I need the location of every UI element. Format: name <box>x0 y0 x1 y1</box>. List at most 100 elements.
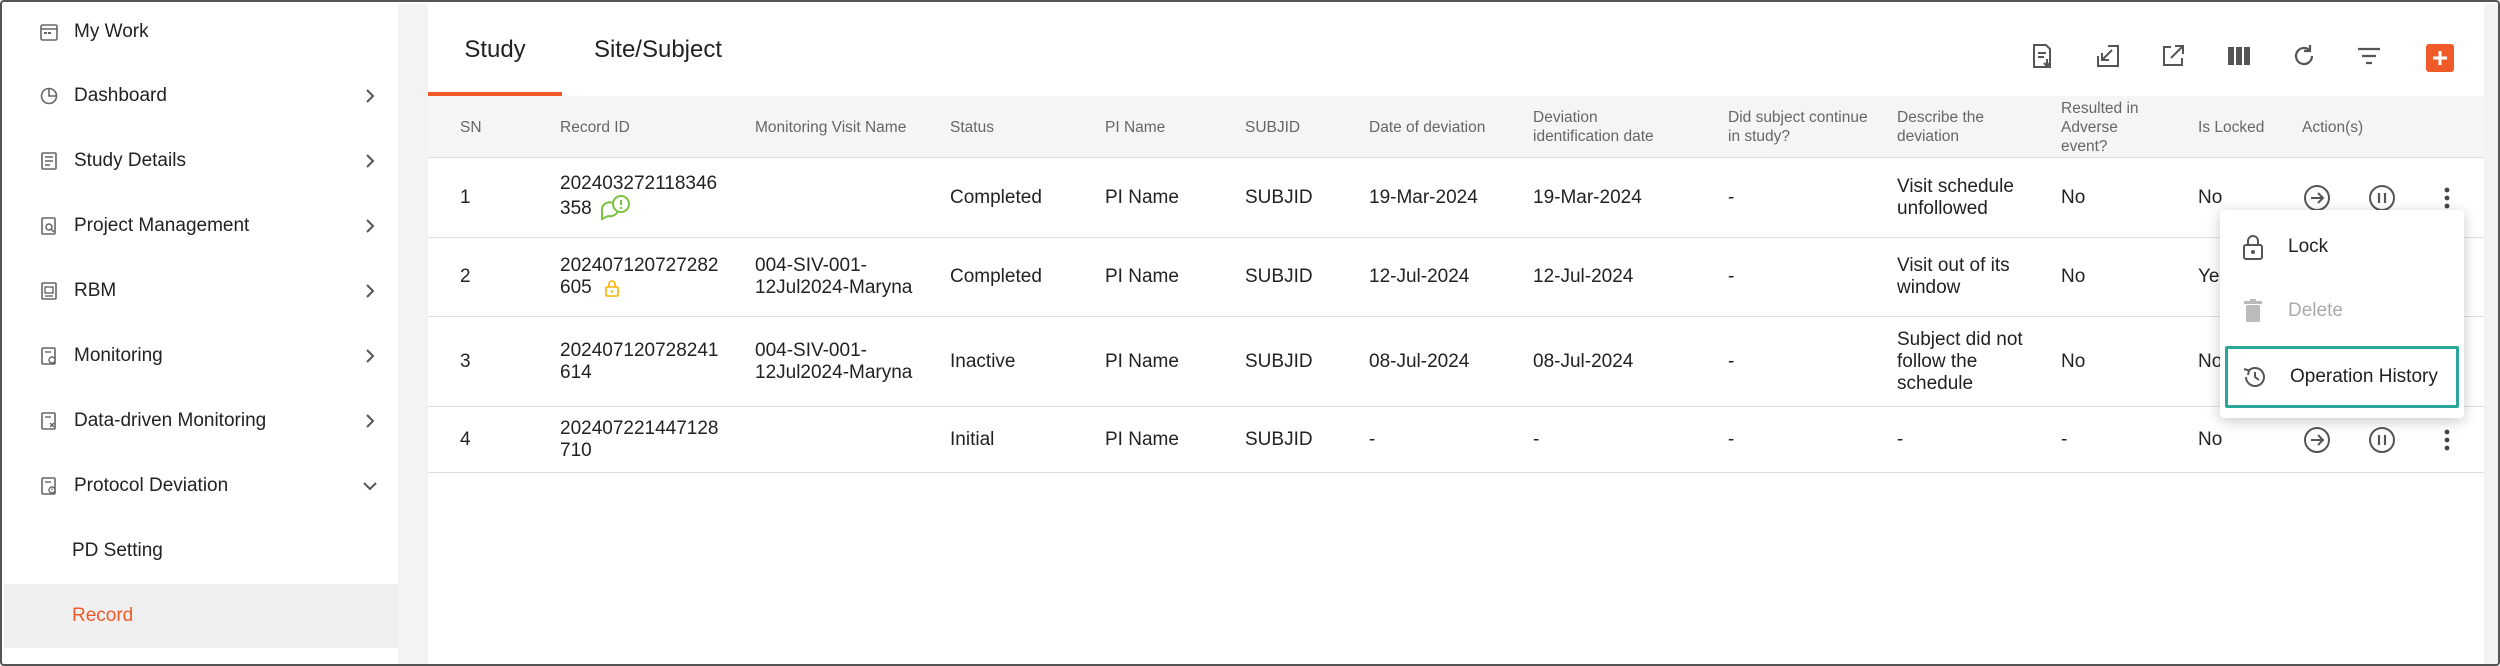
cell-record-id[interactable]: 202403272118346 358 <box>560 158 717 237</box>
row-actions-menu: Lock Delete Operation History <box>2220 210 2464 418</box>
refresh-icon[interactable] <box>2288 40 2320 72</box>
cell-sn: 2 <box>460 266 471 287</box>
sidebar-item-label: Study Details <box>74 150 186 171</box>
cell-pi-name: PI Name <box>1105 428 1179 450</box>
sidebar-item-my-work[interactable]: My Work <box>4 2 398 64</box>
record-id-line2: 358 <box>560 197 592 219</box>
header-continue[interactable]: Did subject continue in study? <box>1728 96 1878 158</box>
cell-status: Completed <box>950 186 1042 208</box>
cell-subjid: SUBJID <box>1245 186 1313 208</box>
cell-is-locked: Ye <box>2198 266 2220 287</box>
cell-adverse: No <box>2061 266 2086 287</box>
arrow-right-circle-icon[interactable] <box>2302 183 2332 213</box>
cell-pi-name: PI Name <box>1105 266 1179 287</box>
cell-continue: - <box>1728 266 1735 287</box>
cell-deviation-id-date: 12-Jul-2024 <box>1533 266 1634 287</box>
header-visit[interactable]: Monitoring Visit Name <box>755 96 906 158</box>
comment-alert-icon[interactable] <box>598 194 632 223</box>
chevron-down-icon <box>363 482 377 491</box>
sidebar-item-protocol-deviation[interactable]: Protocol Deviation <box>4 454 398 518</box>
open-external-icon[interactable] <box>2157 40 2189 72</box>
document-search-icon <box>38 215 60 237</box>
filter-icon[interactable] <box>2353 40 2385 72</box>
sidebar-item-pd-setting[interactable]: PD Setting <box>4 519 398 583</box>
cell-date-deviation: 19-Mar-2024 <box>1369 186 1478 208</box>
cell-status: Initial <box>950 428 995 450</box>
cell-subjid: SUBJID <box>1245 428 1313 450</box>
cell-describe: Subject did not follow the schedule <box>1897 328 2023 394</box>
table-row[interactable]: 4 202407221447128 710 Initial PI Name SU… <box>428 407 2484 473</box>
menu-item-label: Operation History <box>2290 366 2438 387</box>
more-vertical-icon[interactable] <box>2432 425 2462 455</box>
sidebar-item-label: Data-driven Monitoring <box>74 410 267 431</box>
sidebar-item-project-management[interactable]: Project Management <box>4 194 398 258</box>
export-icon[interactable] <box>2026 40 2058 72</box>
cell-is-locked: No <box>2198 186 2223 208</box>
cell-visit: 004-SIV-001-12Jul2024-Maryna <box>755 255 913 298</box>
header-sn[interactable]: SN <box>460 96 482 158</box>
record-id-line2: 605 <box>560 277 592 298</box>
cell-describe: - <box>1897 428 1904 450</box>
sidebar-item-label: Monitoring <box>74 345 163 366</box>
chevron-right-icon <box>366 414 375 428</box>
menu-item-delete[interactable]: Delete <box>2220 280 2464 342</box>
table-row[interactable]: 2 202407120727282 605 004-SIV-001-12Jul2… <box>428 238 2484 317</box>
menu-item-operation-history[interactable]: Operation History <box>2225 346 2459 408</box>
cell-describe: Visit schedule unfollowed <box>1897 175 2014 219</box>
cell-subjid: SUBJID <box>1245 266 1313 287</box>
more-vertical-icon[interactable] <box>2432 183 2462 213</box>
cell-date-deviation: - <box>1369 428 1376 450</box>
header-adverse[interactable]: Resulted in Adverse event? <box>2061 96 2161 158</box>
history-icon <box>2240 362 2270 392</box>
tab-study[interactable]: Study <box>428 4 562 96</box>
cell-is-locked: No <box>2198 350 2223 372</box>
sidebar-item-monitoring[interactable]: Monitoring <box>4 324 398 388</box>
table-row[interactable]: 3 202407120728241 614 004-SIV-001-12Jul2… <box>428 317 2484 407</box>
sidebar-item-label: Dashboard <box>74 85 167 106</box>
pause-circle-icon[interactable] <box>2367 183 2397 213</box>
header-record-id[interactable]: Record ID <box>560 96 630 158</box>
cell-subjid: SUBJID <box>1245 350 1313 372</box>
cell-sn: 3 <box>460 350 471 372</box>
content-gutter <box>398 4 428 664</box>
import-icon[interactable] <box>2092 40 2124 72</box>
pause-circle-icon[interactable] <box>2367 425 2397 455</box>
cell-continue: - <box>1728 428 1735 450</box>
header-pi-name[interactable]: PI Name <box>1105 96 1165 158</box>
tab-label: Site/Subject <box>593 36 723 63</box>
cell-record-id[interactable]: 202407120728241 614 <box>560 317 719 406</box>
header-describe[interactable]: Describe the deviation <box>1897 96 2022 158</box>
header-deviation-id-date[interactable]: Deviation identification date <box>1533 96 1673 158</box>
add-icon[interactable] <box>2426 44 2454 72</box>
sidebar-item-study-details[interactable]: Study Details <box>4 129 398 193</box>
tab-site-subject[interactable]: Site/Subject <box>578 4 738 96</box>
header-is-locked[interactable]: Is Locked <box>2198 96 2264 158</box>
trash-icon <box>2238 296 2268 326</box>
pie-chart-icon <box>38 85 60 107</box>
sidebar-item-record[interactable]: Record <box>4 584 398 648</box>
document-chart-icon <box>38 280 60 302</box>
sidebar-item-data-driven-monitoring[interactable]: Data-driven Monitoring <box>4 389 398 453</box>
record-id-line1: 202403272118346 <box>560 172 718 194</box>
sidebar-item-label: Project Management <box>74 215 250 236</box>
header-subjid[interactable]: SUBJID <box>1245 96 1300 158</box>
header-date-deviation[interactable]: Date of deviation <box>1369 96 1485 158</box>
columns-icon[interactable] <box>2223 40 2255 72</box>
record-id-line1: 202407120728241 <box>560 339 719 361</box>
cell-record-id[interactable]: 202407221447128 710 <box>560 407 719 472</box>
sidebar-item-rbm[interactable]: RBM <box>4 259 398 323</box>
document-monitor-icon <box>38 345 60 367</box>
menu-item-lock[interactable]: Lock <box>2220 216 2464 278</box>
sidebar-item-dashboard[interactable]: Dashboard <box>4 64 398 128</box>
sidebar-item-label: My Work <box>74 21 149 42</box>
tab-label: Study <box>464 36 526 63</box>
arrow-right-circle-icon[interactable] <box>2302 425 2332 455</box>
chevron-right-icon <box>366 154 375 168</box>
document-deviation-icon <box>38 475 60 497</box>
header-status[interactable]: Status <box>950 96 994 158</box>
cell-adverse: No <box>2061 350 2086 372</box>
table-row[interactable]: 1 202403272118346 358 Completed PI Name … <box>428 158 2484 238</box>
cell-record-id[interactable]: 202407120727282 605 <box>560 238 719 316</box>
cell-adverse: - <box>2061 428 2068 450</box>
chevron-right-icon <box>366 219 375 233</box>
